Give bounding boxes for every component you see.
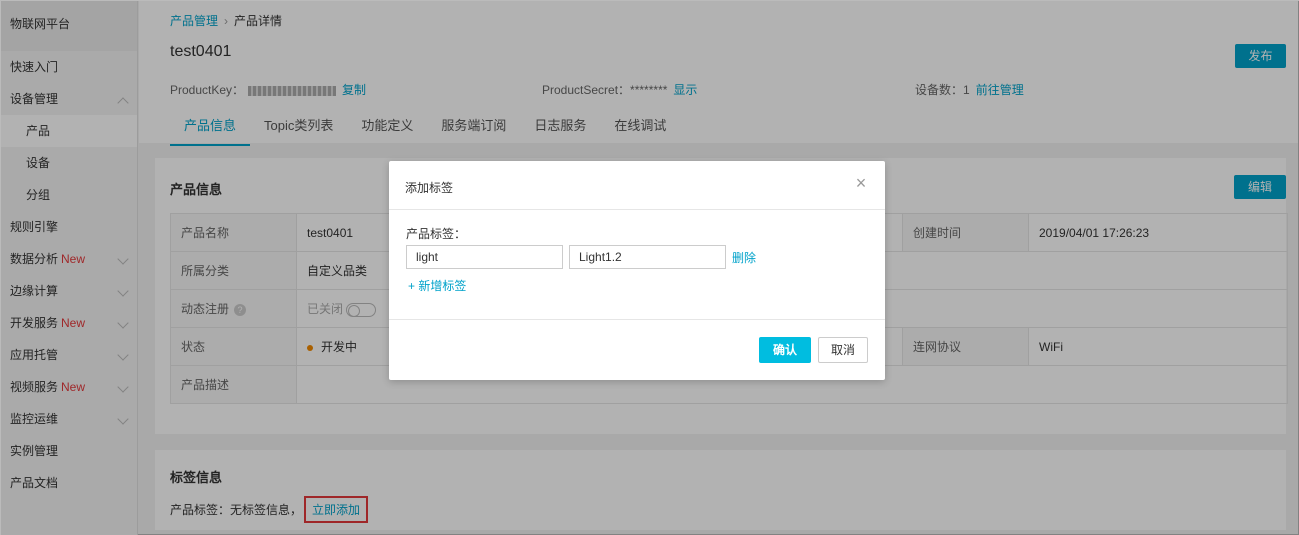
delete-tag-link[interactable]: 删除	[732, 249, 756, 266]
add-tag-dialog: 添加标签 × 产品标签： 删除 + 新增标签 确认 取消	[389, 161, 885, 380]
tag-field-label: 产品标签：	[406, 227, 467, 241]
cancel-button[interactable]: 取消	[818, 337, 868, 363]
close-icon[interactable]: ×	[853, 174, 869, 192]
dialog-header: 添加标签 ×	[389, 161, 885, 210]
dialog-body: 产品标签： 删除 + 新增标签	[389, 210, 885, 320]
add-tag-link[interactable]: + 新增标签	[408, 277, 466, 294]
tag-value-input[interactable]	[569, 245, 726, 269]
dialog-title: 添加标签	[405, 181, 454, 195]
tag-key-input[interactable]	[406, 245, 563, 269]
confirm-button[interactable]: 确认	[759, 337, 811, 363]
